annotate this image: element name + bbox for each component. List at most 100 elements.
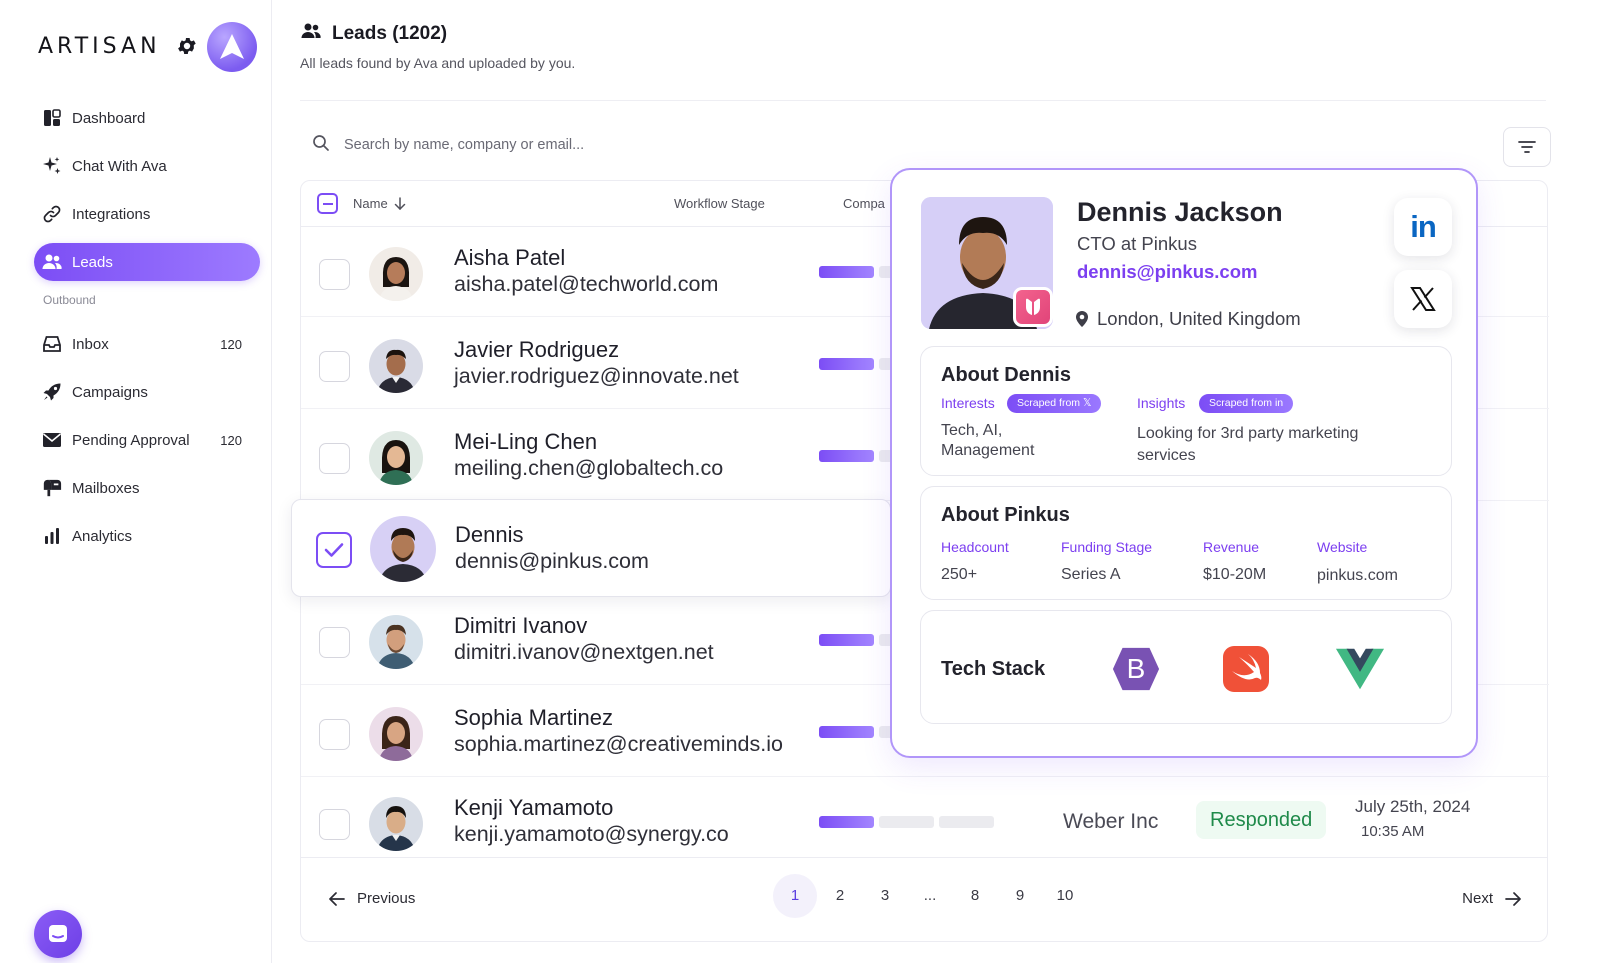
select-all-checkbox[interactable] [317,193,338,214]
link-icon [42,204,62,224]
revenue-value: $10-20M [1203,566,1267,583]
lead-name: Dennis [455,522,524,547]
sidebar-item-analytics[interactable]: Analytics [34,517,260,555]
avatar [369,615,423,669]
sidebar-item-inbox[interactable]: Inbox 120 [34,325,260,363]
table-row[interactable]: Kenji Yamamoto kenji.yamamoto@synergy.co… [301,777,1549,867]
pinkus-logo-icon [1026,298,1040,315]
sidebar-item-integrations[interactable]: Integrations [34,195,260,233]
sidebar-item-dashboard[interactable]: Dashboard [34,99,260,137]
sidebar: ARTISAN Dashboard Chat With Ava Integrat… [0,0,272,963]
filter-button[interactable] [1503,127,1551,167]
profile-name: Dennis Jackson [1077,197,1283,227]
revenue-label: Revenue [1203,539,1260,555]
column-header-name[interactable]: Name [353,196,406,211]
profile-location: London, United Kingdom [1075,308,1301,330]
chat-launcher-button[interactable] [34,910,82,958]
website-value[interactable]: pinkus.com [1317,566,1398,586]
check-icon [324,543,344,557]
pagination: Previous 1 2 3 ... 8 9 10 Next [301,857,1547,943]
interests-value: Tech, AI, Management [941,422,1035,459]
swift-icon [1221,644,1271,694]
previous-page-button[interactable]: Previous [329,890,415,907]
sidebar-item-label: Campaigns [72,383,148,401]
lead-time: 10:35 AM [1361,823,1425,840]
interests-label: Interests [941,395,995,411]
inbox-count: 120 [220,336,242,352]
search-bar[interactable]: Search by name, company or email... [312,134,584,156]
lead-email: aisha.patel@techworld.com [454,272,719,296]
sidebar-nav: Dashboard Chat With Ava Integrations Lea… [34,99,260,555]
sidebar-item-campaigns[interactable]: Campaigns [34,373,260,411]
about-person-title: About Dennis [941,364,1071,386]
sort-down-icon [394,197,405,210]
page-button-10[interactable]: 10 [1043,874,1087,918]
page-button-1[interactable]: 1 [773,874,817,918]
company-logo-badge [1013,287,1053,327]
gear-icon[interactable] [176,35,198,57]
page-button-9[interactable]: 9 [998,874,1042,918]
ava-avatar[interactable] [207,22,257,72]
avatar [369,707,423,761]
linkedin-icon: in [1410,209,1437,244]
row-checkbox[interactable] [319,809,350,840]
header-divider [300,100,1546,101]
sparkle-icon [42,156,62,176]
lead-email: javier.rodriguez@innovate.net [454,364,739,388]
row-checkbox[interactable] [319,259,350,290]
lead-email: dimitri.ivanov@nextgen.net [454,640,714,664]
sidebar-item-leads[interactable]: Leads [34,243,260,281]
x-twitter-button[interactable] [1394,270,1452,328]
search-input[interactable]: Search by name, company or email... [344,137,584,153]
sidebar-item-label: Analytics [72,527,133,545]
avatar [369,339,423,393]
artisan-logo[interactable]: ARTISAN [38,34,161,59]
page-button-3[interactable]: 3 [863,874,907,918]
row-checkbox[interactable] [319,443,350,474]
page-button-8[interactable]: 8 [953,874,997,918]
about-company-title: About Pinkus [941,504,1070,526]
insights-value: Looking for 3rd party marketing services [1137,425,1359,464]
lead-email: kenji.yamamoto@synergy.co [454,822,729,846]
sidebar-item-chat-with-ava[interactable]: Chat With Ava [34,147,260,185]
location-pin-icon [1076,311,1088,327]
column-header-company[interactable]: Compa [843,196,885,211]
linkedin-button[interactable]: in [1394,198,1452,256]
row-checkbox[interactable] [319,351,350,382]
profile-role: CTO at Pinkus [1077,233,1197,254]
envelope-icon [42,430,62,450]
sidebar-item-mailboxes[interactable]: Mailboxes [34,469,260,507]
column-header-workflow-stage[interactable]: Workflow Stage [674,196,765,211]
tech-stack-section: Tech Stack B V [920,610,1452,724]
sidebar-item-label: Pending Approval [72,431,190,449]
lead-email: sophia.martinez@creativeminds.io [454,732,783,756]
chat-icon [49,925,67,942]
page-button-2[interactable]: 2 [818,874,862,918]
rocket-icon [42,382,62,402]
row-checkbox[interactable] [319,719,350,750]
vue-icon: V [1335,644,1385,694]
sidebar-item-label: Mailboxes [72,479,140,497]
next-page-button[interactable]: Next [1462,890,1521,907]
lead-name: Sophia Martinez [454,705,613,730]
page-numbers: 1 2 3 ... 8 9 10 [773,874,1088,918]
workflow-stage-bar [819,816,999,828]
lead-date: July 25th, 2024 [1355,797,1471,816]
avatar [369,247,423,301]
funding-stage-label: Funding Stage [1061,539,1153,555]
filter-icon [1518,141,1536,153]
sidebar-item-pending-approval[interactable]: Pending Approval 120 [34,421,260,459]
page-title: Leads (1202) [300,22,447,46]
avatar [370,516,436,582]
profile-email-link[interactable]: dennis@pinkus.com [1077,261,1257,283]
about-company-section: About Pinkus Headcount 250+ Funding Stag… [920,486,1452,600]
table-row-selected[interactable]: Dennis dennis@pinkus.com [291,499,891,597]
headcount-label: Headcount [941,539,1009,555]
lead-name: Mei-Ling Chen [454,429,598,454]
sidebar-item-label: Dashboard [72,109,146,127]
lead-email: meiling.chen@globaltech.co [454,456,724,480]
status-badge: Responded [1196,801,1327,839]
users-icon [300,22,322,46]
row-checkbox[interactable] [319,627,350,658]
row-checkbox-checked[interactable] [316,532,352,568]
